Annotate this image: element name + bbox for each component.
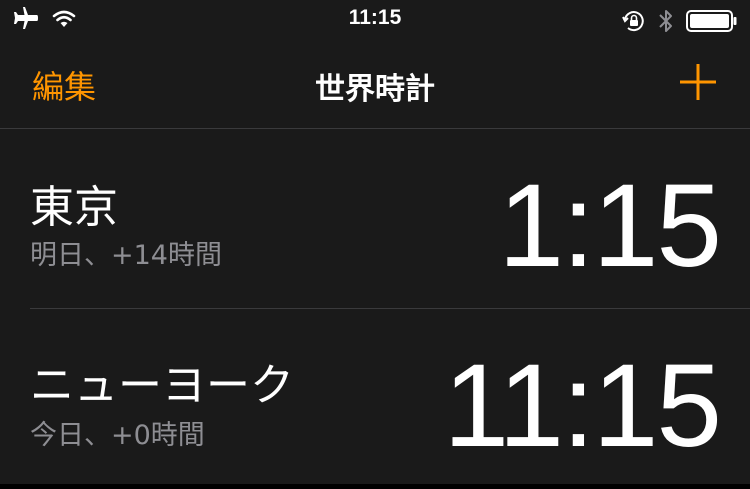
page-title: 世界時計 bbox=[315, 72, 435, 107]
status-bar: 11:15 bbox=[0, 0, 750, 40]
city-name: 東京 bbox=[30, 182, 118, 233]
city-time: 11:15 bbox=[443, 340, 722, 472]
plus-icon bbox=[676, 60, 720, 104]
navigation-bar: 編集 世界時計 bbox=[0, 40, 750, 129]
clock-row-tokyo[interactable]: 東京 明日、+14時間 1:15 bbox=[0, 129, 750, 309]
bluetooth-icon bbox=[658, 8, 674, 34]
clock-row-new-york[interactable]: ニューヨーク 今日、+0時間 11:15 bbox=[0, 309, 750, 489]
world-clock-screen: 11:15 編集 世界時計 東京 明日、+14時間 1:15 ニューヨーク 今日… bbox=[0, 0, 750, 484]
status-bar-right bbox=[622, 8, 738, 34]
city-time-offset: 明日、+14時間 bbox=[30, 240, 222, 271]
battery-icon bbox=[686, 9, 738, 33]
orientation-lock-icon bbox=[622, 9, 646, 33]
city-time: 1:15 bbox=[498, 160, 722, 292]
add-button[interactable] bbox=[676, 60, 720, 104]
city-time-offset: 今日、+0時間 bbox=[30, 420, 205, 451]
city-name: ニューヨーク bbox=[30, 360, 294, 411]
